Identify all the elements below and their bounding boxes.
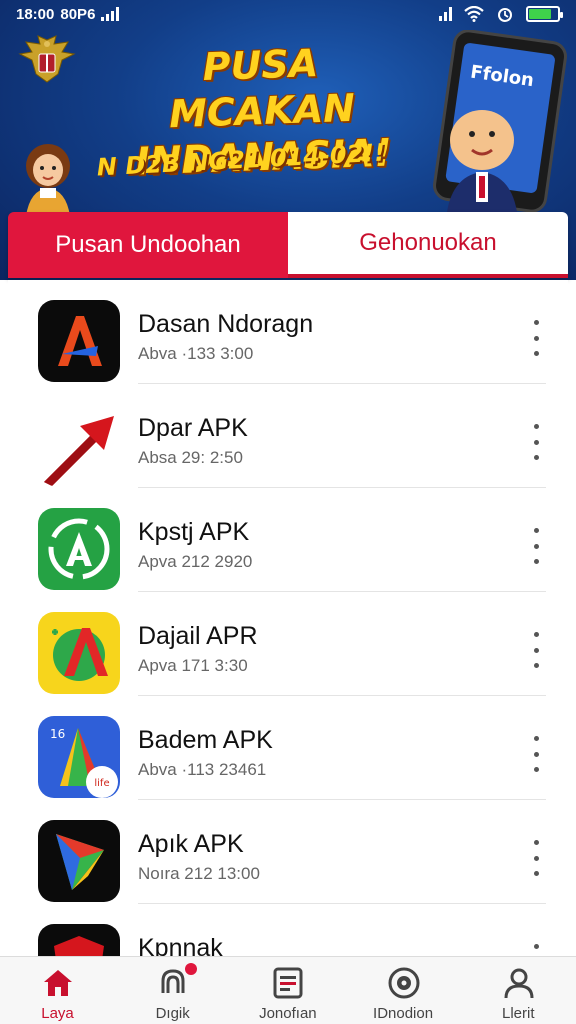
phone-character-icon: Ffolon <box>433 30 567 220</box>
app-list: Dasan Ndoragn Abva ·133 3:00 Dpar APK Ab… <box>8 280 568 956</box>
more-options-icon[interactable] <box>526 840 546 876</box>
list-item[interactable]: Dpar APK Absa 29: 2:50 <box>8 384 568 488</box>
girl-character-icon <box>26 144 70 216</box>
nav-home[interactable]: Laya <box>0 957 115 1024</box>
svg-text:16: 16 <box>50 727 65 741</box>
list-item[interactable]: Kpnnak <box>8 904 568 956</box>
home-icon <box>44 970 72 996</box>
app-meta: Apva 171 3:30 <box>138 656 248 675</box>
list-item[interactable]: Apık APK Noıra 212 13:00 <box>8 800 568 904</box>
tab-pusan-undoohan[interactable]: Pusan Undoohan <box>8 212 288 278</box>
app-name: Badem APK <box>138 726 273 754</box>
app-name: Kpstj APK <box>138 518 250 546</box>
a-logo-black-icon <box>38 300 120 382</box>
list-item[interactable]: Dajail APR Apva 171 3:30 <box>8 592 568 696</box>
app-meta: Apva 212 2920 <box>138 552 253 571</box>
nav-label: Llerit <box>501 1005 535 1022</box>
app-meta: Absa 29: 2:50 <box>138 448 243 467</box>
garuda-emblem-icon <box>18 35 76 83</box>
app-name: Apık APK <box>138 830 244 858</box>
nav-label: IDnodion <box>373 1005 434 1022</box>
nav-documents[interactable]: Jonofıan <box>230 957 345 1024</box>
blue-triangle-icon: life 16 <box>38 716 120 798</box>
more-options-icon[interactable] <box>526 944 546 956</box>
list-item[interactable]: Kpstj APK Apva 212 2920 <box>8 488 568 592</box>
app-name: Dajail APR <box>138 622 258 650</box>
tab-bar: Pusan Undoohan Gehonuokan <box>8 212 568 278</box>
user-icon <box>504 968 534 999</box>
bottom-navigation: Laya Dıgik Jonofıan IDnodion Llerit <box>0 956 576 1024</box>
more-options-icon[interactable] <box>526 320 546 356</box>
document-icon <box>273 967 303 999</box>
svg-text:life: life <box>94 778 109 789</box>
red-arrow-icon <box>38 404 120 486</box>
app-meta: Abva ·133 3:00 <box>138 344 254 363</box>
play-triangle-icon <box>38 820 120 902</box>
status-time: 18:00 <box>16 5 55 23</box>
shield-app-icon <box>38 924 120 956</box>
list-item[interactable]: life 16 Badem APK Abva ·113 23461 <box>8 696 568 800</box>
more-options-icon[interactable] <box>526 736 546 772</box>
app-meta: Abva ·113 23461 <box>138 760 267 779</box>
headline-line-1: PUSA MCAKAN <box>168 41 356 137</box>
app-name: Dpar APK <box>138 414 248 442</box>
app-meta: Noıra 212 13:00 <box>138 864 260 883</box>
more-options-icon[interactable] <box>526 424 546 460</box>
yellow-a-icon <box>38 612 120 694</box>
app-name: Kpnnak <box>138 934 223 956</box>
battery-icon <box>526 6 563 22</box>
nav-label: Jonofıan <box>259 1005 317 1022</box>
more-options-icon[interactable] <box>526 528 546 564</box>
nav-notifications[interactable]: Dıgik <box>115 957 230 1024</box>
disc-icon <box>388 967 420 999</box>
nav-profile[interactable]: Llerit <box>461 957 576 1024</box>
nav-label: Dıgik <box>155 1005 190 1022</box>
wifi-icon <box>464 6 484 22</box>
notification-badge <box>185 963 198 975</box>
signal-bars-icon <box>101 7 120 21</box>
status-carrier: 80P6 <box>60 5 96 23</box>
green-recycle-a-icon <box>38 508 120 590</box>
nav-label: Laya <box>41 1005 74 1022</box>
tab-gehonuokan[interactable]: Gehonuokan <box>288 212 568 278</box>
nav-downloads[interactable]: IDnodion <box>346 957 461 1024</box>
app-name: Dasan Ndoragn <box>138 310 314 338</box>
cell-signal-icon <box>439 7 452 21</box>
alarm-icon <box>498 8 512 22</box>
status-bar: 18:00 80P6 <box>0 0 576 28</box>
list-item[interactable]: Dasan Ndoragn Abva ·133 3:00 <box>8 280 568 384</box>
more-options-icon[interactable] <box>526 632 546 668</box>
